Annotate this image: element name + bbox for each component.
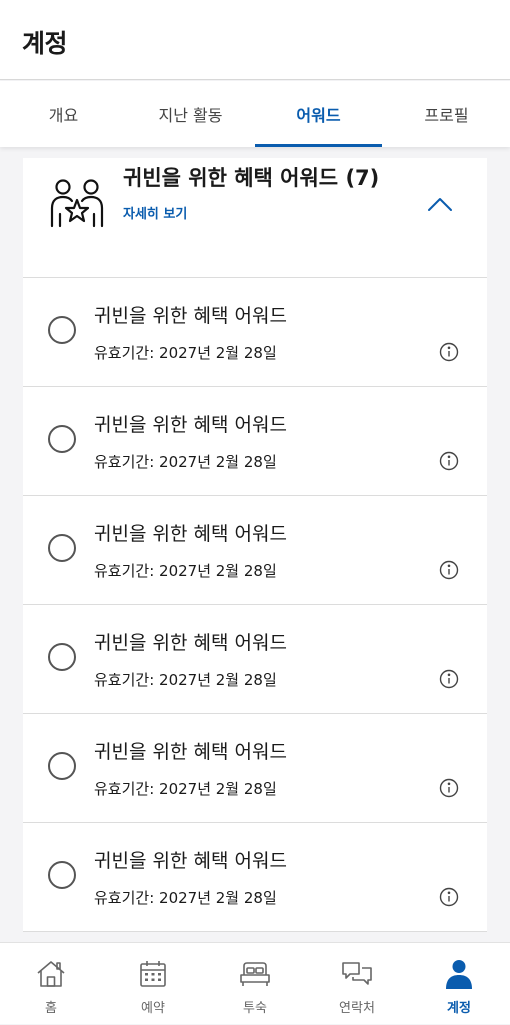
bed-icon — [240, 962, 270, 986]
info-icon[interactable] — [439, 560, 459, 580]
nav-label: 계정 — [447, 1001, 471, 1016]
page-title: 계정 — [22, 29, 68, 58]
award-expiry: 유효기간: 2027년 2월 28일 — [94, 889, 277, 907]
award-item[interactable]: 귀빈을 위한 혜택 어워드 유효기간: 2027년 2월 28일 — [23, 387, 487, 496]
award-expiry: 유효기간: 2027년 2월 28일 — [94, 671, 277, 689]
tab-profile[interactable]: 프로필 — [383, 81, 510, 147]
award-name: 귀빈을 위한 혜택 어워드 — [94, 741, 287, 763]
view-details-link[interactable]: 자세히 보기 — [123, 203, 187, 222]
calendar-icon — [140, 961, 166, 987]
nav-home[interactable]: 홈 — [0, 943, 102, 1025]
award-item[interactable]: 귀빈을 위한 혜택 어워드 유효기간: 2027년 2월 28일 — [23, 496, 487, 605]
award-radio[interactable] — [48, 534, 76, 562]
awards-list: 귀빈을 위한 혜택 어워드 (7) 자세히 보기 귀빈을 위한 혜택 어워드 유… — [23, 158, 487, 942]
award-expiry: 유효기간: 2027년 2월 28일 — [94, 562, 277, 580]
tab-past-activity[interactable]: 지난 활동 — [127, 81, 254, 147]
award-group-title: 귀빈을 위한 혜택 어워드 (7) — [123, 166, 380, 190]
award-name: 귀빈을 위한 혜택 어워드 — [94, 305, 287, 327]
award-radio[interactable] — [48, 425, 76, 453]
nav-account[interactable]: 계정 — [408, 943, 510, 1025]
award-item[interactable]: 귀빈을 위한 혜택 어워드 유효기간: 2027년 2월 28일 — [23, 605, 487, 714]
award-group-header: 귀빈을 위한 혜택 어워드 (7) 자세히 보기 — [23, 158, 487, 278]
tab-awards[interactable]: 어워드 — [255, 81, 382, 147]
award-expiry: 유효기간: 2027년 2월 28일 — [94, 344, 277, 362]
nav-stays[interactable]: 투숙 — [204, 943, 306, 1025]
award-item[interactable]: 귀빈을 위한 혜택 어워드 유효기간: 2027년 2월 28일 — [23, 278, 487, 387]
chat-icon — [342, 962, 372, 985]
award-name: 귀빈을 위한 혜택 어워드 — [94, 632, 287, 654]
bottom-nav: 홈 예약 투숙 연락처 계정 — [0, 942, 510, 1024]
info-icon[interactable] — [439, 451, 459, 471]
award-radio[interactable] — [48, 752, 76, 780]
award-item[interactable]: 귀빈을 위한 혜택 어워드 유효기간: 2027년 2월 28일 — [23, 714, 487, 823]
info-icon[interactable] — [439, 342, 459, 362]
tab-overview[interactable]: 개요 — [0, 81, 127, 147]
tab-bar: 개요 지난 활동 어워드 프로필 — [0, 81, 510, 147]
info-icon[interactable] — [439, 778, 459, 798]
info-icon[interactable] — [439, 669, 459, 689]
award-radio[interactable] — [48, 861, 76, 889]
people-star-icon — [49, 178, 105, 230]
app-header: 계정 — [0, 0, 510, 80]
award-name: 귀빈을 위한 혜택 어워드 — [94, 523, 287, 545]
award-radio[interactable] — [48, 316, 76, 344]
chevron-up-icon[interactable] — [427, 196, 453, 212]
nav-contact[interactable]: 연락처 — [306, 943, 408, 1025]
nav-label: 투숙 — [243, 1001, 267, 1016]
nav-label: 연락처 — [339, 1001, 375, 1016]
info-icon[interactable] — [439, 887, 459, 907]
award-radio[interactable] — [48, 643, 76, 671]
award-expiry: 유효기간: 2027년 2월 28일 — [94, 780, 277, 798]
award-item[interactable]: 귀빈을 위한 혜택 어워드 유효기간: 2027년 2월 28일 — [23, 823, 487, 932]
nav-label: 예약 — [141, 1001, 165, 1016]
award-name: 귀빈을 위한 혜택 어워드 — [94, 850, 287, 872]
nav-label: 홈 — [45, 1001, 57, 1016]
award-name: 귀빈을 위한 혜택 어워드 — [94, 414, 287, 436]
nav-reservations[interactable]: 예약 — [102, 943, 204, 1025]
home-icon — [37, 961, 65, 987]
person-icon — [446, 960, 472, 989]
award-expiry: 유효기간: 2027년 2월 28일 — [94, 453, 277, 471]
